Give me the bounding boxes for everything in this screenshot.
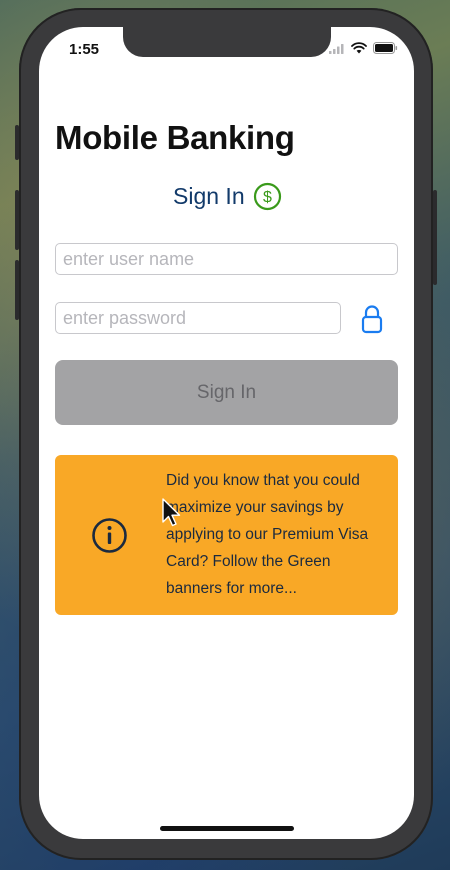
signin-heading: Sign In <box>173 183 245 209</box>
info-icon <box>92 518 127 553</box>
notch <box>123 27 331 57</box>
svg-text:$: $ <box>263 189 272 206</box>
signin-button[interactable]: Sign In <box>55 360 398 425</box>
app-screen: 1:55 Mobile Banking Sign In $ enter user… <box>39 27 414 839</box>
page-title: Mobile Banking <box>55 119 295 156</box>
username-input[interactable] <box>55 243 398 275</box>
home-indicator[interactable] <box>160 826 294 831</box>
silent-switch <box>15 125 19 160</box>
status-icons <box>329 42 398 54</box>
promo-text: Did you know that you could maximize you… <box>166 472 369 597</box>
lock-icon[interactable] <box>361 304 383 334</box>
wifi-icon <box>351 42 367 54</box>
mouse-cursor-icon <box>162 498 181 527</box>
volume-up-button <box>15 190 19 250</box>
cellular-signal-icon <box>329 43 344 54</box>
signin-heading-row: Sign In $ <box>173 182 282 211</box>
volume-down-button <box>15 260 19 320</box>
status-time: 1:55 <box>69 41 100 58</box>
password-input[interactable] <box>55 302 341 334</box>
dollar-circle-icon: $ <box>253 182 281 211</box>
power-button <box>433 190 437 285</box>
promo-banner[interactable]: Did you know that you could maximize you… <box>55 455 398 615</box>
battery-icon <box>373 42 398 54</box>
